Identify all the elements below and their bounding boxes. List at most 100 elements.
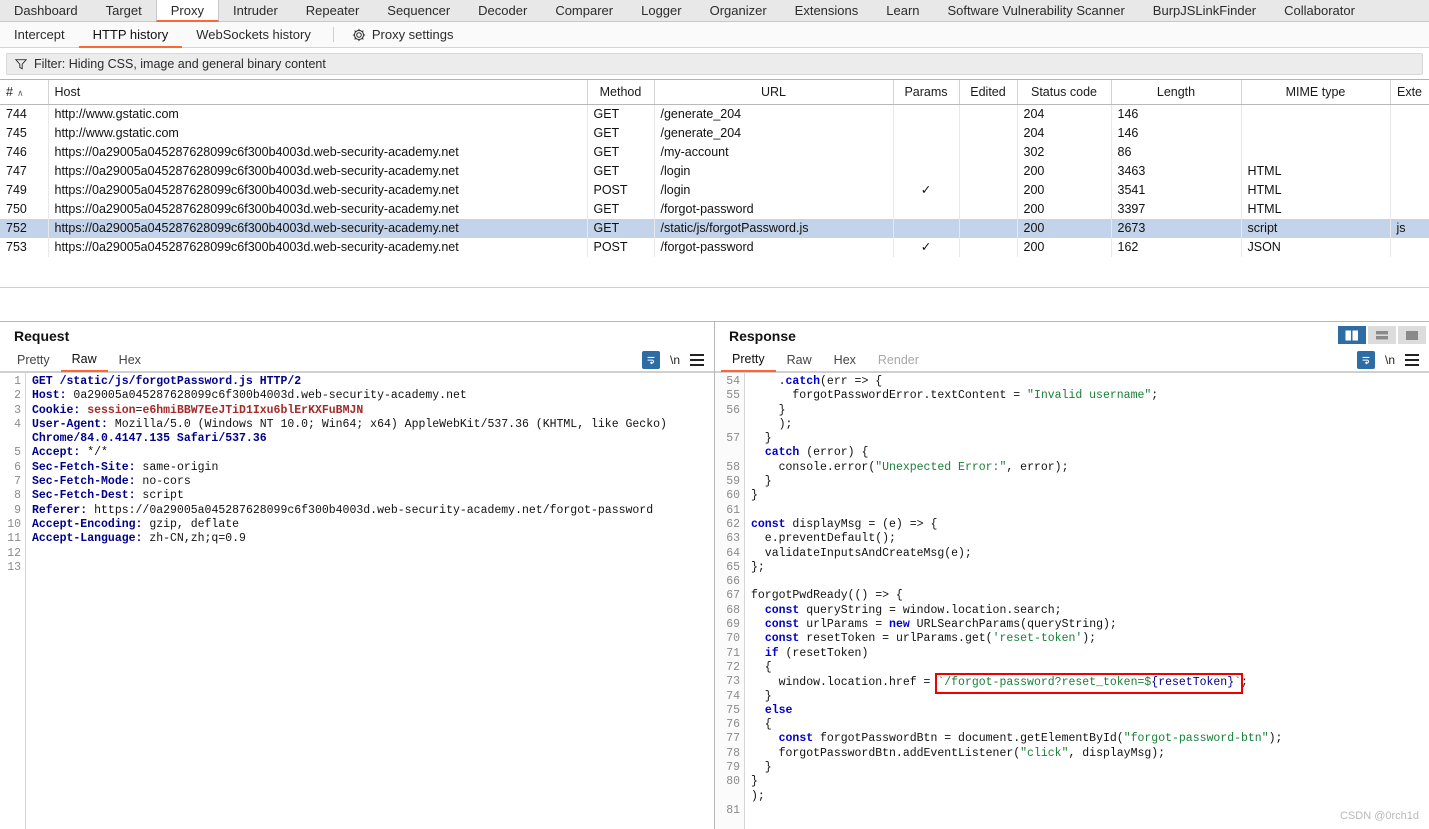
main-tab-logger[interactable]: Logger [627, 0, 695, 21]
menu-icon[interactable] [1405, 353, 1419, 366]
main-tab-intruder[interactable]: Intruder [219, 0, 292, 21]
table-row[interactable]: 752 https://0a29005a045287628099c6f300b40… [0, 218, 1429, 238]
column-header-length[interactable]: Length [1111, 80, 1242, 105]
response-editor[interactable]: 54 55 56 57 58 59 60 61 62 63 64 65 66 67 68 69 70 71 72… [715, 372, 1429, 829]
cell-length: 3463 [1111, 161, 1242, 181]
column-header-url[interactable]: URL [654, 80, 894, 105]
split-horizontal-view-button[interactable] [1368, 326, 1396, 344]
response-tab-raw[interactable]: Raw [776, 348, 823, 371]
code-line: Sec-Fetch-Dest: script [32, 489, 184, 503]
proxy-settings-button[interactable]: Proxy settings [342, 22, 464, 47]
code-line: Accept: */* [32, 446, 108, 460]
sub-tab-intercept[interactable]: Intercept [0, 22, 79, 47]
table-row[interactable]: 744 http://www.gstatic.com GET/generate_20… [0, 104, 1429, 124]
main-tab-learn[interactable]: Learn [872, 0, 933, 21]
line-number: 68 [726, 603, 740, 617]
column-header-exte[interactable]: Exte [1390, 80, 1429, 105]
word-wrap-icon[interactable] [641, 350, 660, 369]
cell-mime [1241, 123, 1391, 143]
table-row[interactable]: 750 https://0a29005a045287628099c6f300b40… [0, 199, 1429, 219]
column-header-edited[interactable]: Edited [959, 80, 1018, 105]
main-tab-dashboard[interactable]: Dashboard [0, 0, 92, 21]
column-header-status-code[interactable]: Status code [1017, 80, 1112, 105]
cell-method: POST [587, 180, 655, 200]
cell-edited [959, 180, 1018, 200]
split-vertical-view-button[interactable] [1338, 326, 1366, 344]
main-tab-proxy[interactable]: Proxy [155, 0, 219, 22]
main-tab-target[interactable]: Target [92, 0, 156, 21]
cell-url: /forgot-password [654, 237, 894, 257]
cell-ext [1390, 104, 1429, 124]
table-row[interactable]: 745 http://www.gstatic.com GET/generate_20… [0, 123, 1429, 143]
cell-url: /login [654, 161, 894, 181]
main-tab-software-vulnerability-scanner[interactable]: Software Vulnerability Scanner [934, 0, 1139, 21]
cell-method: GET [587, 104, 655, 124]
code-line: forgotPwdReady(() => { [751, 589, 903, 603]
filter-bar[interactable]: Filter: Hiding CSS, image and general bi… [6, 53, 1423, 75]
main-tab-comparer[interactable]: Comparer [541, 0, 627, 21]
sub-tab-http-history[interactable]: HTTP history [78, 22, 183, 48]
watermark: CSDN @0rch1d [1339, 809, 1419, 822]
code-line: }; [751, 560, 765, 574]
line-number: 67 [726, 589, 740, 603]
main-tab-extensions[interactable]: Extensions [781, 0, 873, 21]
request-tab-raw[interactable]: Raw [60, 348, 108, 372]
column-header-params[interactable]: Params [893, 80, 960, 105]
response-code[interactable]: .catch(err => { forgotPasswordError.text… [745, 373, 1429, 829]
cell-length: 146 [1111, 123, 1242, 143]
code-line: { [751, 718, 772, 732]
cell-host: https://0a29005a045287628099c6f300b4003d… [48, 218, 588, 238]
main-tab-burpjslinkfinder[interactable]: BurpJSLinkFinder [1139, 0, 1270, 21]
cell-status: 200 [1017, 161, 1112, 181]
request-editor[interactable]: 1234 5 6 7 8 9 10 11 12 13 GET /static/js/forgot… [0, 372, 714, 829]
column-header-host[interactable]: Host [48, 80, 588, 105]
code-line: } [751, 761, 772, 775]
request-code[interactable]: GET /static/js/forgotPassword.js HTTP/2 H… [26, 373, 714, 829]
request-tab-hex[interactable]: Hex [108, 348, 152, 371]
sub-tab-websockets-history[interactable]: WebSockets history [182, 22, 325, 47]
line-number: 71 [726, 646, 740, 660]
cell-ext [1390, 123, 1429, 143]
request-pane-title: Request [14, 328, 70, 344]
cell-mime [1241, 104, 1391, 124]
panel-splitter[interactable] [0, 287, 1429, 321]
main-tab-organizer[interactable]: Organizer [696, 0, 781, 21]
line-number: 75 [726, 703, 740, 717]
cell-status: 204 [1017, 104, 1112, 124]
line-number: 6 [14, 460, 21, 474]
response-pane: Response Pretty Raw Hex Render \n 54 55 … [715, 322, 1429, 829]
table-row[interactable]: 753 https://0a29005a045287628099c6f300b40… [0, 237, 1429, 257]
line-number: 11 [7, 532, 21, 546]
word-wrap-icon[interactable] [1356, 350, 1375, 369]
response-tab-pretty[interactable]: Pretty [721, 348, 776, 372]
line-number: 57 [726, 432, 740, 446]
cell-num: 750 [0, 199, 49, 219]
table-header-row[interactable]: # ∧ Host Method URL Params Edited Status code Le… [0, 80, 1429, 105]
table-row[interactable]: 747 https://0a29005a045287628099c6f300b40… [0, 161, 1429, 181]
main-tab-collaborator[interactable]: Collaborator [1270, 0, 1369, 21]
cell-host: https://0a29005a045287628099c6f300b4003d… [48, 180, 588, 200]
cell-num: 747 [0, 161, 49, 181]
single-view-button[interactable] [1398, 326, 1426, 344]
line-number: 80 [726, 775, 740, 789]
request-response-panes: Request Pretty Raw Hex \n 1 2 3 4 5 6 7 … [0, 321, 1429, 829]
main-tab-sequencer[interactable]: Sequencer [373, 0, 464, 21]
menu-icon[interactable] [690, 353, 704, 366]
table-row[interactable]: 746 https://0a29005a045287628099c6f300b40… [0, 142, 1429, 162]
request-tab-pretty[interactable]: Pretty [6, 348, 61, 371]
line-number: 60 [726, 489, 740, 503]
newline-icon[interactable]: \n [1385, 353, 1395, 367]
line-number: 12 [7, 546, 21, 560]
cell-num: 745 [0, 123, 49, 143]
column-header-mime-type[interactable]: MIME type [1241, 80, 1391, 105]
column-header-[interactable]: # ∧ [0, 80, 49, 105]
main-tab-repeater[interactable]: Repeater [292, 0, 373, 21]
column-header-method[interactable]: Method [587, 80, 655, 105]
main-tab-decoder[interactable]: Decoder [464, 0, 541, 21]
response-tab-hex[interactable]: Hex [823, 348, 867, 371]
http-history-table-area[interactable]: # ∧ Host Method URL Params Edited Status code Le… [0, 79, 1429, 287]
code-line: } [751, 475, 772, 489]
table-row[interactable]: 749 https://0a29005a045287628099c6f300b40… [0, 180, 1429, 200]
newline-icon[interactable]: \n [670, 353, 680, 367]
